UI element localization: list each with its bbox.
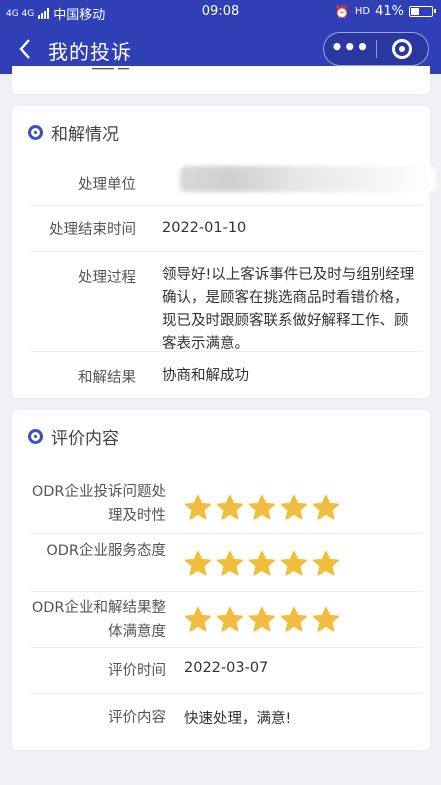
rating-label: ODR企业投诉问题处理及时性	[31, 484, 166, 524]
row-eval-content: 评价内容 快速处理，满意!	[30, 694, 422, 742]
eval-time-value: 2022-03-07	[184, 660, 269, 676]
more-dots-icon: •••	[330, 35, 369, 59]
close-button[interactable]	[376, 33, 428, 65]
end-time-label: 处理结束时间	[49, 222, 136, 238]
result-label: 和解结果	[78, 370, 136, 386]
eval-content-label: 评价内容	[108, 710, 166, 726]
chevron-left-icon	[19, 39, 30, 59]
target-close-icon	[392, 39, 413, 59]
result-value: 协商和解成功	[162, 368, 249, 384]
star-icon[interactable]	[184, 606, 212, 633]
rating-row-satisfaction: ODR企业和解结果整体满意度	[30, 592, 422, 648]
status-bar: 4G 4G 中国移动 09:08 ⏰ HD 41%	[0, 0, 441, 24]
cut-off-text: ▀▀ ▀	[92, 68, 129, 76]
star-icon[interactable]	[248, 494, 276, 521]
process-value: 领导好!以上客诉事件已及时与组别经理确认，是顾客在挑选商品时看错价格，现已及时跟…	[162, 267, 415, 352]
star-icon[interactable]	[280, 550, 308, 577]
battery-percent: 41%	[375, 4, 404, 19]
row-end-time: 处理结束时间 2022-01-10	[30, 206, 422, 252]
volte-icon: HD	[354, 6, 371, 17]
mini-program-capsule: •••	[323, 32, 429, 66]
process-label: 处理过程	[78, 270, 136, 286]
row-handling-unit: 处理单位	[30, 158, 436, 206]
star-rating	[184, 494, 340, 521]
star-icon[interactable]	[312, 494, 340, 521]
settlement-title: 和解情况	[51, 125, 119, 145]
page-title: 我的投诉	[48, 40, 132, 64]
section-dot-icon	[28, 429, 43, 444]
row-process: 处理过程 领导好!以上客诉事件已及时与组别经理确认，是顾客在挑选商品时看错价格，…	[30, 252, 422, 352]
alarm-icon: ⏰	[334, 4, 350, 19]
eval-content-value: 快速处理，满意!	[184, 711, 292, 727]
star-icon[interactable]	[312, 550, 340, 577]
battery-icon	[409, 6, 436, 17]
end-time-value: 2022-01-10	[162, 220, 247, 236]
star-icon[interactable]	[184, 494, 212, 521]
row-result: 和解结果 协商和解成功	[30, 352, 422, 396]
rating-row-timeliness: ODR企业投诉问题处理及时性	[30, 476, 422, 534]
star-rating	[184, 550, 340, 577]
rating-label: ODR企业和解结果整体满意度	[31, 600, 166, 640]
rating-label: ODR企业服务态度	[46, 543, 166, 559]
star-icon[interactable]	[216, 550, 244, 577]
star-icon[interactable]	[280, 606, 308, 633]
evaluation-card: 评价内容 ODR企业投诉问题处理及时性 ODR企业服务态度 ODR企业和解结果整…	[12, 410, 430, 750]
back-button[interactable]	[10, 34, 40, 64]
evaluation-header: 评价内容	[28, 424, 119, 449]
handling-unit-value-redacted	[180, 166, 436, 192]
previous-card: ▀▀ ▀	[12, 66, 430, 94]
settlement-card: 和解情况 处理单位 处理结束时间 2022-01-10 处理过程 领导好!以上客…	[12, 106, 436, 398]
star-icon[interactable]	[216, 494, 244, 521]
row-eval-time: 评价时间 2022-03-07	[30, 648, 422, 694]
star-icon[interactable]	[248, 606, 276, 633]
star-icon[interactable]	[184, 550, 212, 577]
star-icon[interactable]	[280, 494, 308, 521]
rating-row-service: ODR企业服务态度	[30, 534, 422, 592]
eval-time-label: 评价时间	[108, 663, 166, 679]
section-dot-icon	[28, 125, 43, 140]
settlement-header: 和解情况	[28, 120, 119, 145]
evaluation-title: 评价内容	[51, 429, 119, 449]
star-icon[interactable]	[216, 606, 244, 633]
star-icon[interactable]	[248, 550, 276, 577]
handling-unit-label: 处理单位	[78, 177, 136, 193]
star-rating	[184, 606, 340, 633]
star-icon[interactable]	[312, 606, 340, 633]
more-button[interactable]: •••	[324, 33, 376, 65]
